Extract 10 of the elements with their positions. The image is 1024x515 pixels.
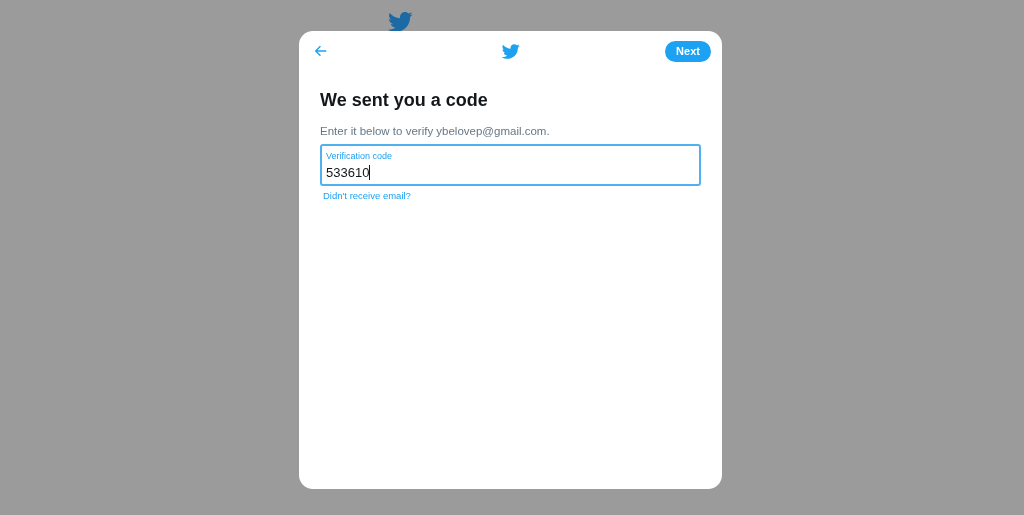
bird-icon xyxy=(501,41,520,61)
back-arrow-icon[interactable] xyxy=(314,44,328,58)
dialog-title: We sent you a code xyxy=(320,89,489,111)
field-label: Verification code xyxy=(326,151,394,162)
text-cursor xyxy=(369,165,371,180)
dialog-subtitle: Enter it below to verify ybelovep@gmail.com. xyxy=(320,124,551,139)
field-value: 533610 xyxy=(326,164,370,181)
next-button[interactable]: Next xyxy=(665,40,711,62)
input-field[interactable]: Verification code 533610 xyxy=(320,144,701,186)
resend-link[interactable]: Didn't receive email? xyxy=(323,190,411,202)
